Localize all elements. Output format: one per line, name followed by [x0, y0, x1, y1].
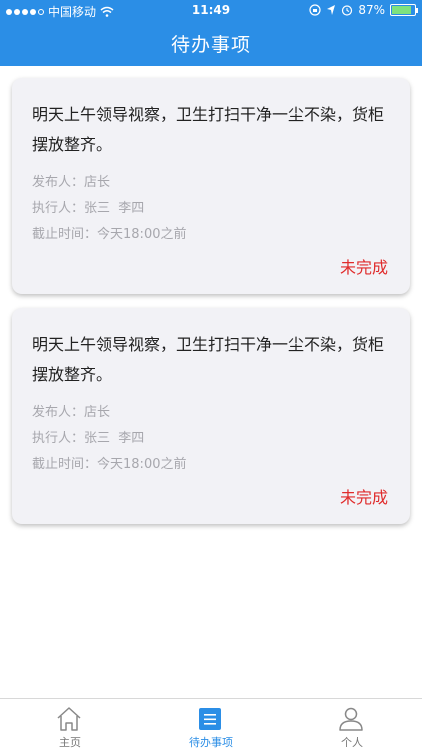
status-badge: 未完成: [339, 258, 388, 277]
publisher-value: 店长: [84, 175, 111, 190]
user-icon: [339, 707, 363, 731]
task-publisher: 发布人：店长: [32, 171, 110, 190]
todo-list-icon: [199, 708, 221, 730]
tab-todo[interactable]: 待办事项: [141, 699, 281, 750]
deadline-value: 今天18:00之前: [97, 457, 187, 472]
task-card[interactable]: 明天上午领导视察，卫生打扫干净一尘不染，货柜摆放整齐。 发布人：店长 执行人：张…: [12, 308, 410, 524]
executor-value: 张三 李四: [84, 431, 145, 446]
task-card[interactable]: 明天上午领导视察，卫生打扫干净一尘不染，货柜摆放整齐。 发布人：店长 执行人：张…: [12, 78, 410, 294]
status-bar: 中国移动 11:49 87%: [0, 0, 422, 22]
tab-home[interactable]: 主页: [0, 699, 140, 750]
battery-icon: [390, 4, 418, 16]
executor-label: 执行人：: [32, 201, 85, 216]
status-badge: 未完成: [339, 488, 388, 507]
task-description: 明天上午领导视察，卫生打扫干净一尘不染，货柜摆放整齐。: [32, 335, 385, 384]
tab-bar: 主页 待办事项 个人: [0, 698, 422, 750]
task-description: 明天上午领导视察，卫生打扫干净一尘不染，货柜摆放整齐。: [32, 105, 385, 154]
location-icon: [327, 5, 336, 15]
executor-label: 执行人：: [32, 431, 85, 446]
task-executor: 执行人：张三 李四: [32, 427, 144, 446]
deadline-value: 今天18:00之前: [97, 227, 187, 242]
battery-percent: 87%: [358, 3, 385, 17]
top-bar: 中国移动 11:49 87% 待办事项: [0, 0, 422, 66]
lock-rotation-icon: [309, 4, 321, 16]
task-executor: 执行人：张三 李四: [32, 197, 144, 216]
publisher-label: 发布人：: [32, 405, 85, 420]
publisher-label: 发布人：: [32, 175, 85, 190]
task-deadline: 截止时间：今天18:00之前: [32, 453, 186, 472]
tab-me-label: 个人: [341, 736, 363, 749]
task-deadline: 截止时间：今天18:00之前: [32, 223, 186, 242]
publisher-value: 店长: [84, 405, 111, 420]
deadline-label: 截止时间：: [32, 227, 98, 242]
deadline-label: 截止时间：: [32, 457, 98, 472]
task-list[interactable]: 明天上午领导视察，卫生打扫干净一尘不染，货柜摆放整齐。 发布人：店长 执行人：张…: [0, 66, 422, 698]
executor-value: 张三 李四: [84, 201, 145, 216]
page-title: 待办事项: [170, 34, 251, 56]
status-right: 87%: [309, 3, 418, 17]
tab-todo-label: 待办事项: [189, 736, 233, 749]
tab-me[interactable]: 个人: [282, 699, 422, 750]
alarm-icon: [342, 5, 353, 16]
home-icon: [57, 707, 81, 731]
battery-level-fill: [392, 6, 412, 14]
task-publisher: 发布人：店长: [32, 401, 110, 420]
tab-home-label: 主页: [59, 736, 81, 749]
